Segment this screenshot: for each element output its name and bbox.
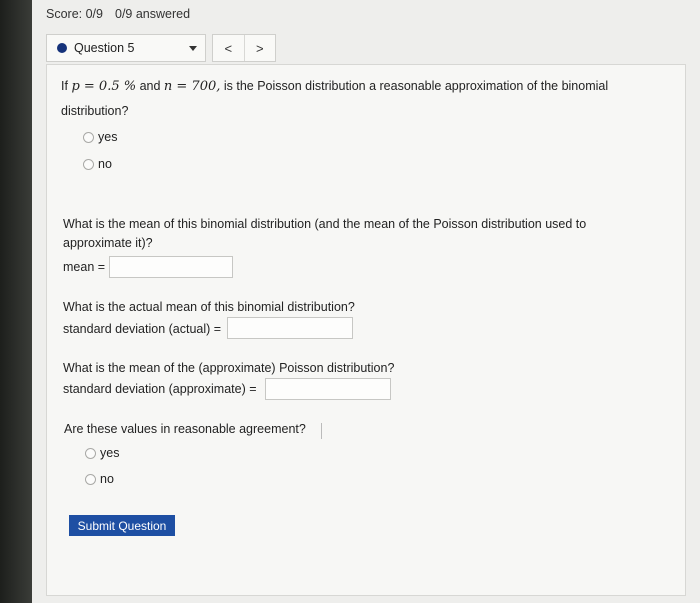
question-and: and (139, 79, 161, 93)
radio-circle-icon (83, 131, 94, 143)
status-dot-icon (57, 43, 67, 53)
top-bar: Score: 0/9 0/9 answered (32, 0, 700, 30)
question-card: If p = 0.5 % and n = 700, is the Poisson… (46, 64, 686, 596)
chevron-down-icon (189, 46, 197, 51)
text-cursor (321, 423, 324, 439)
mean-question-line2: approximate it)? (63, 236, 153, 250)
agreement-no-radio[interactable]: no (85, 472, 114, 486)
option-yes-label: yes (98, 130, 118, 144)
radio-circle-icon (85, 447, 96, 459)
sd-actual-label: standard deviation (actual) = (63, 322, 222, 336)
actual-question: What is the actual mean of this binomial… (63, 300, 355, 314)
agreement-no-label: no (100, 472, 114, 486)
mean-question-line1: What is the mean of this binomial distri… (63, 217, 587, 231)
radio-circle-icon (85, 473, 96, 485)
radio-circle-icon (83, 158, 94, 170)
question-prefix: If (61, 79, 68, 93)
next-question-button[interactable]: > (245, 35, 276, 61)
mean-label: mean = (63, 260, 106, 274)
sd-actual-input[interactable] (227, 317, 353, 339)
background-edge (0, 0, 32, 603)
question-rest: is the Poisson distribution a reasonable… (223, 79, 609, 93)
mean-input[interactable] (109, 256, 233, 278)
agreement-question: Are these values in reasonable agreement… (64, 422, 306, 436)
quiz-screen: Score: 0/9 0/9 answered Question 5 < > I… (32, 0, 700, 603)
question-text-line1: If p = 0.5 % and n = 700, is the Poisson… (61, 78, 608, 95)
approx-question: What is the mean of the (approximate) Po… (63, 361, 395, 375)
agreement-yes-radio[interactable]: yes (85, 446, 119, 460)
question-text-line2: distribution? (61, 104, 129, 118)
question-selector[interactable]: Question 5 (46, 34, 206, 62)
agreement-yes-label: yes (100, 446, 120, 460)
score-text: Score: 0/9 (46, 7, 103, 21)
option-yes-radio[interactable]: yes (83, 130, 117, 144)
option-no-label: no (98, 157, 112, 171)
option-no-radio[interactable]: no (83, 157, 112, 171)
p-expression: p = 0.5 % (71, 79, 137, 94)
previous-question-button[interactable]: < (213, 35, 245, 61)
submit-question-button[interactable]: Submit Question (69, 515, 175, 536)
question-selector-label: Question 5 (74, 41, 135, 55)
answered-count: 0/9 answered (115, 7, 191, 21)
n-expression: n = 700, (163, 79, 221, 94)
sd-approx-input[interactable] (265, 378, 391, 400)
question-nav: < > (212, 34, 276, 62)
sd-approx-label: standard deviation (approximate) = (63, 382, 257, 396)
